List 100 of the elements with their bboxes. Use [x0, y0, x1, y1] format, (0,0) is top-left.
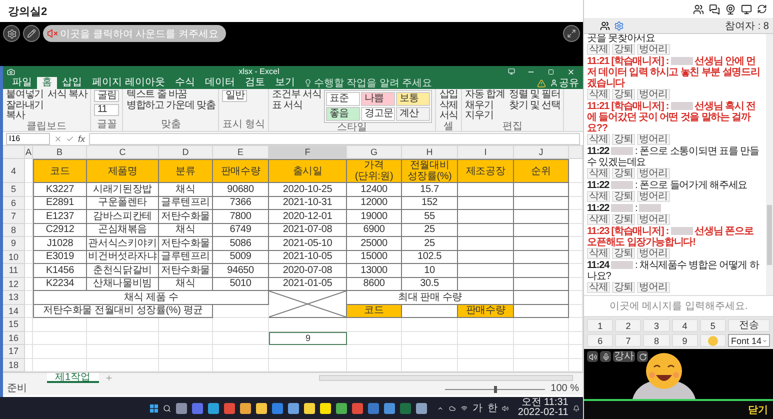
column-header[interactable]: B: [33, 146, 87, 159]
message-action[interactable]: 벙어리: [637, 191, 670, 202]
input-method[interactable]: 가: [472, 401, 482, 415]
presenter-button[interactable]: 강사: [613, 351, 635, 362]
message-action[interactable]: 강퇴: [612, 282, 635, 293]
ribbon-button[interactable]: 서식 복사: [48, 90, 88, 100]
pen-button[interactable]: [23, 25, 40, 42]
cell-style[interactable]: 계산: [396, 107, 430, 121]
row-number[interactable]: 18: [3, 358, 25, 372]
app-icon[interactable]: [304, 402, 316, 414]
row-number[interactable]: 14: [3, 304, 25, 318]
sheet-tab[interactable]: 제1작업: [47, 373, 99, 383]
message-action[interactable]: 벙어리: [637, 168, 670, 179]
ribbon-button[interactable]: 표 서식: [272, 100, 322, 111]
message-action[interactable]: 삭제: [587, 282, 610, 293]
search-icon[interactable]: [163, 402, 172, 414]
row-number[interactable]: 10: [3, 250, 25, 264]
app-icon[interactable]: [288, 402, 300, 414]
column-header[interactable]: F: [269, 146, 347, 159]
message-action[interactable]: 강퇴: [612, 134, 635, 145]
number-key[interactable]: 2: [615, 319, 642, 332]
speaker-icon[interactable]: [502, 404, 509, 412]
number-key[interactable]: 6: [587, 334, 614, 347]
cell-style[interactable]: 좋음: [326, 107, 360, 121]
message-action[interactable]: 벙어리: [637, 89, 670, 100]
number-key[interactable]: 3: [643, 319, 670, 332]
app-icon[interactable]: [256, 402, 268, 414]
mic-button[interactable]: [600, 351, 611, 362]
ribbon-button[interactable]: 잘라내기: [6, 100, 44, 111]
message-action[interactable]: 벙어리: [637, 214, 670, 225]
tell-me-search[interactable]: 수행할 작업을 알려 주세요: [300, 77, 436, 89]
message-action[interactable]: 삭제: [587, 44, 610, 55]
message-action[interactable]: 벙어리: [637, 44, 670, 55]
app-icon[interactable]: [416, 402, 428, 414]
ribbon-button[interactable]: 붙여넣기: [6, 90, 44, 100]
ribbon-tab[interactable]: 삽입: [57, 77, 87, 89]
row-number[interactable]: 9: [3, 237, 25, 250]
row-number[interactable]: 12: [3, 278, 25, 291]
ribbon-tab[interactable]: 홈: [37, 77, 57, 89]
message-input[interactable]: 이곳에 메시지를 입력해주세요.: [584, 295, 773, 317]
ribbon-button[interactable]: 자동 합계: [465, 90, 505, 100]
ribbon-button[interactable]: 지우기: [465, 111, 505, 122]
cell-style[interactable]: 표준: [326, 92, 360, 106]
message-action[interactable]: 삭제: [587, 191, 610, 202]
row-number[interactable]: 8: [3, 224, 25, 237]
name-box[interactable]: I16: [6, 132, 50, 144]
refresh-icon[interactable]: [757, 4, 767, 14]
ribbon-tab[interactable]: 파일: [7, 77, 37, 89]
row-number[interactable]: 7: [3, 210, 25, 224]
row-number[interactable]: 11: [3, 264, 25, 278]
column-header[interactable]: A: [25, 146, 33, 159]
users-icon[interactable]: [600, 20, 610, 30]
clock[interactable]: 오전 11:31 2022-02-11: [518, 398, 568, 418]
send-button[interactable]: 전송: [728, 319, 770, 332]
message-action[interactable]: 벙어리: [637, 134, 670, 145]
ribbon-button[interactable]: 서식: [439, 111, 458, 122]
number-key[interactable]: 5: [700, 319, 726, 332]
cell-style[interactable]: 보통: [396, 92, 430, 106]
app-icon[interactable]: [240, 402, 252, 414]
ribbon-tab[interactable]: 검토: [240, 77, 270, 89]
column-header[interactable]: I: [458, 146, 514, 159]
number-key[interactable]: 7: [615, 334, 642, 347]
windows-icon[interactable]: [150, 402, 158, 414]
ribbon-button[interactable]: 삭제: [439, 100, 458, 111]
expand-button[interactable]: [563, 25, 580, 42]
settings-button[interactable]: [3, 25, 20, 42]
row-number[interactable]: 15: [3, 318, 25, 332]
message-action[interactable]: 강퇴: [612, 44, 635, 55]
ribbon-button[interactable]: 조건부 서식: [272, 90, 322, 100]
chat-bubbles-icon[interactable]: [709, 4, 720, 14]
app-icon[interactable]: [320, 402, 332, 414]
cell-style[interactable]: 경고문: [361, 107, 396, 121]
ribbon-button[interactable]: 복사: [6, 111, 44, 122]
message-action[interactable]: 강퇴: [612, 191, 635, 202]
formula-field[interactable]: [89, 132, 580, 144]
app-icon[interactable]: [384, 402, 396, 414]
close-button[interactable]: 닫기: [748, 403, 768, 415]
row-number[interactable]: 17: [3, 345, 25, 358]
font-select[interactable]: Font 14: [728, 334, 770, 347]
number-key[interactable]: 8: [643, 334, 670, 347]
settings-icon[interactable]: [614, 20, 624, 30]
column-header[interactable]: G: [347, 146, 402, 159]
column-header[interactable]: J: [514, 146, 569, 159]
cloud-icon[interactable]: [448, 404, 456, 412]
users-icon[interactable]: [693, 4, 704, 14]
column-header[interactable]: E: [213, 146, 269, 159]
ribbon-tab[interactable]: 수식: [170, 77, 200, 89]
message-action[interactable]: 강퇴: [612, 168, 635, 179]
rotate-button[interactable]: [637, 351, 648, 362]
monitor-icon[interactable]: [741, 4, 752, 14]
row-number[interactable]: 6: [3, 196, 25, 210]
ribbon-dropdown[interactable]: 11: [94, 104, 120, 116]
wifi-icon[interactable]: [460, 404, 468, 412]
message-action[interactable]: 벙어리: [637, 248, 670, 259]
number-key[interactable]: 1: [587, 319, 614, 332]
message-action[interactable]: 삭제: [587, 214, 610, 225]
row-number[interactable]: 13: [3, 291, 25, 304]
slider-thumb[interactable]: [494, 386, 497, 392]
message-action[interactable]: 강퇴: [612, 214, 635, 225]
message-action[interactable]: 삭제: [587, 134, 610, 145]
